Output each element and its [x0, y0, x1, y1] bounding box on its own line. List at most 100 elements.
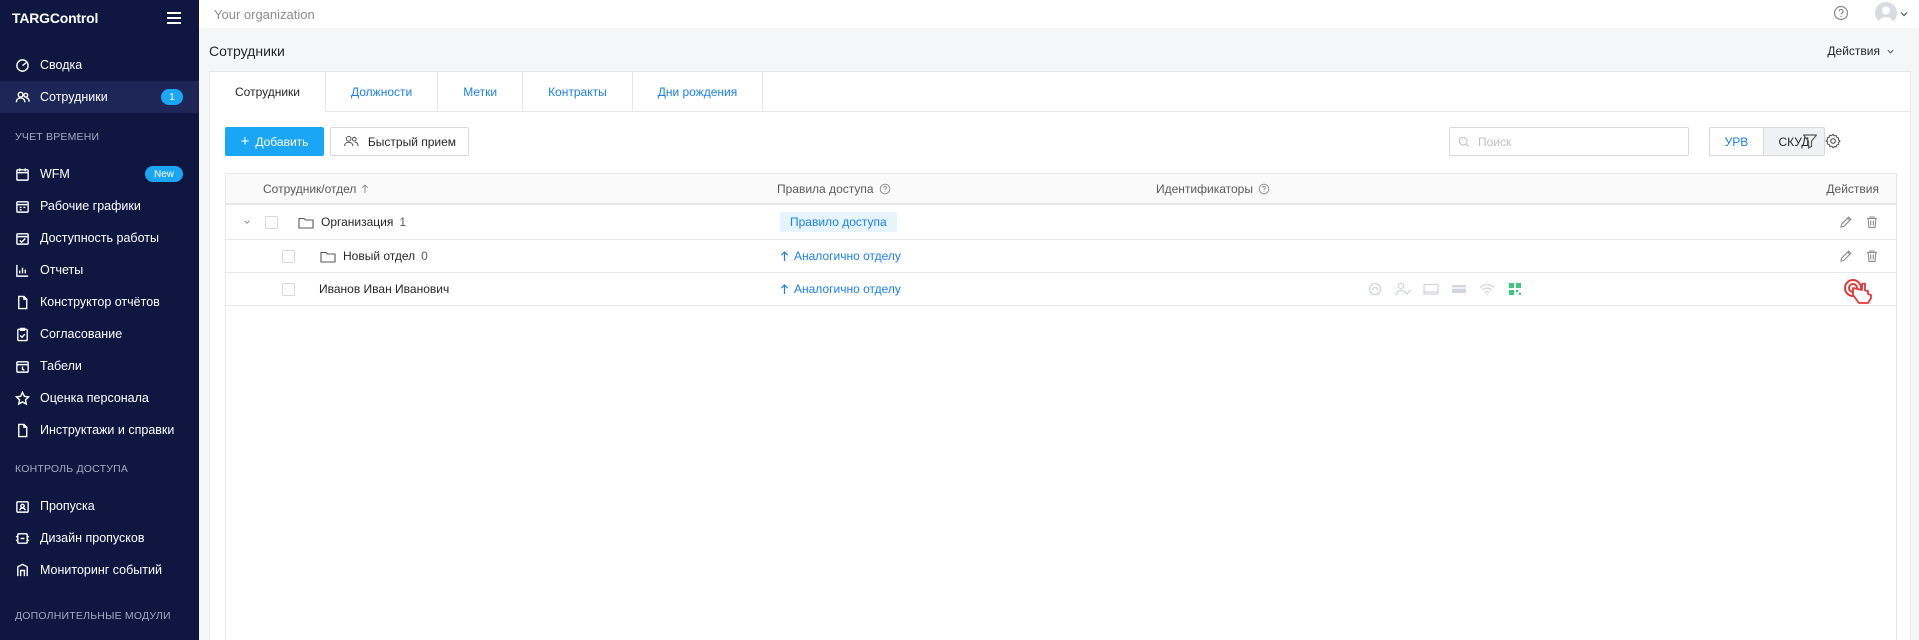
- sidebar-item-availability[interactable]: Доступность работы: [0, 222, 199, 254]
- sidebar-item-label: Отчеты: [40, 263, 84, 277]
- sidebar-item-label: Инструктажи и справки: [40, 423, 175, 437]
- chevron-down-icon: [244, 220, 250, 224]
- star-icon: [14, 390, 30, 406]
- sidebar-item-label: Мониторинг событий: [40, 563, 162, 577]
- magnetic-card-icon[interactable]: [1450, 282, 1468, 296]
- row-checkbox[interactable]: [265, 215, 278, 229]
- sidebar-item-approval[interactable]: Согласование: [0, 318, 199, 350]
- sidebar-item-label: Доступность работы: [40, 231, 159, 245]
- section-time-tracking: Учет времени: [15, 131, 100, 143]
- avatar[interactable]: [1875, 2, 1897, 24]
- reports-icon: [14, 262, 30, 278]
- plus-icon: +: [240, 133, 250, 150]
- tab-birthdays[interactable]: Дни рождения: [633, 72, 764, 111]
- search-box: [1449, 127, 1689, 156]
- page-actions-label: Действия: [1827, 44, 1880, 58]
- help-icon[interactable]: [1258, 183, 1270, 195]
- hand-pointer-icon: [1844, 279, 1872, 304]
- mode-urv-button[interactable]: УРВ: [1710, 128, 1764, 155]
- organization-name[interactable]: Your organization: [214, 7, 315, 22]
- col-identifiers-label: Идентификаторы: [1156, 181, 1253, 196]
- sidebar-item-passes[interactable]: Пропуска: [0, 490, 199, 522]
- col-employee[interactable]: Сотрудник/отдел: [263, 174, 369, 203]
- sidebar-item-briefings[interactable]: Инструктажи и справки: [0, 414, 199, 446]
- col-employee-label: Сотрудник/отдел: [263, 181, 357, 196]
- topbar: Your organization: [199, 0, 1919, 28]
- quick-hire-label: Быстрый прием: [367, 134, 457, 149]
- schedule-icon: [14, 198, 30, 214]
- department-count: 0: [421, 249, 428, 263]
- filter-icon[interactable]: [1802, 133, 1818, 149]
- sidebar-item-label: Пропуска: [40, 499, 95, 513]
- fingerprint-icon[interactable]: [1366, 282, 1384, 296]
- employees-count-badge: 1: [161, 89, 183, 105]
- trash-icon[interactable]: [1865, 215, 1879, 229]
- sidebar-item-pass-design[interactable]: Дизайн пропусков: [0, 522, 199, 554]
- face-id-icon[interactable]: [1394, 282, 1412, 296]
- access-rule-tag[interactable]: Правило доступа: [780, 212, 897, 232]
- sidebar-item-label: Сводка: [40, 58, 83, 72]
- card-icon[interactable]: [1422, 282, 1440, 296]
- sidebar-item-employees[interactable]: Сотрудники 1: [0, 81, 199, 113]
- sidebar-item-label: Дизайн пропусков: [40, 531, 145, 545]
- arrow-up-icon: [780, 250, 789, 261]
- page-actions-dropdown[interactable]: Действия: [1827, 44, 1899, 58]
- approval-icon: [14, 326, 30, 342]
- access-rule-inherit-link[interactable]: Аналогично отделу: [780, 249, 901, 263]
- row-checkbox[interactable]: [282, 282, 295, 296]
- sidebar-item-event-monitoring[interactable]: Мониторинг событий: [0, 554, 199, 586]
- edit-icon[interactable]: [1839, 215, 1853, 229]
- search-input[interactable]: [1478, 134, 1678, 149]
- chevron-down-icon[interactable]: [1899, 9, 1909, 19]
- sidebar-item-evaluation[interactable]: Оценка персонала: [0, 382, 199, 414]
- sidebar-menu-access: Пропуска Дизайн пропусков Мониторинг соб…: [0, 490, 199, 586]
- edit-icon[interactable]: [1839, 249, 1853, 263]
- col-access-rules-label: Правила доступа: [777, 181, 874, 196]
- wifi-icon[interactable]: [1478, 282, 1496, 296]
- sort-arrow-up-icon: [362, 183, 369, 193]
- quick-hire-button[interactable]: Быстрый прием: [330, 127, 469, 156]
- sidebar-item-label: Сотрудники: [40, 90, 108, 104]
- users-icon: [343, 135, 359, 147]
- access-rule-inherit-link[interactable]: Аналогично отделу: [780, 282, 901, 296]
- sidebar-item-summary[interactable]: Сводка: [0, 49, 199, 81]
- sidebar-item-wfm[interactable]: WFM New: [0, 158, 199, 190]
- sidebar-item-timesheets[interactable]: Табели: [0, 350, 199, 382]
- help-icon[interactable]: [1833, 5, 1849, 21]
- tab-contracts[interactable]: Контракты: [523, 72, 633, 111]
- qr-code-icon[interactable]: [1506, 282, 1524, 296]
- tab-positions[interactable]: Должности: [326, 72, 439, 111]
- sidebar-item-label: Конструктор отчётов: [40, 295, 160, 309]
- trash-icon[interactable]: [1865, 249, 1879, 263]
- employees-card: Сотрудники Должности Метки Контракты Дни…: [209, 71, 1911, 640]
- add-button[interactable]: + Добавить: [225, 127, 324, 156]
- row-checkbox[interactable]: [282, 249, 295, 263]
- brand-name: TARGControl: [12, 10, 99, 26]
- folder-icon: [298, 217, 314, 229]
- folder-icon: [320, 251, 336, 263]
- search-icon: [1458, 136, 1470, 147]
- tab-employees[interactable]: Сотрудники: [210, 72, 326, 112]
- section-access-control: Контроль доступа: [15, 463, 129, 475]
- expand-toggle[interactable]: [243, 205, 251, 239]
- sidebar-item-report-builder[interactable]: Конструктор отчётов: [0, 286, 199, 318]
- col-identifiers: Идентификаторы: [1156, 174, 1270, 203]
- department-name[interactable]: Организация: [321, 215, 393, 229]
- toolbar: + Добавить Быстрый прием УРВ СКУД: [225, 127, 1895, 157]
- employee-name[interactable]: Иванов Иван Иванович: [319, 282, 449, 296]
- table-header: Сотрудник/отдел Правила доступа Идентифи…: [226, 174, 1896, 205]
- add-button-label: Добавить: [255, 134, 309, 149]
- availability-icon: [14, 230, 30, 246]
- tab-tags[interactable]: Метки: [438, 72, 524, 111]
- sidebar-item-label: WFM: [40, 167, 70, 181]
- gear-icon[interactable]: [1825, 133, 1841, 149]
- dashboard-icon: [14, 57, 30, 73]
- sidebar-item-reports[interactable]: Отчеты: [0, 254, 199, 286]
- department-name[interactable]: Новый отдел: [343, 249, 415, 263]
- sidebar-item-schedules[interactable]: Рабочие графики: [0, 190, 199, 222]
- help-icon[interactable]: [879, 183, 891, 195]
- col-access-rules: Правила доступа: [777, 174, 891, 203]
- new-badge: New: [144, 166, 183, 182]
- brand: TARGControl: [0, 0, 199, 36]
- menu-toggle-icon[interactable]: [167, 12, 181, 24]
